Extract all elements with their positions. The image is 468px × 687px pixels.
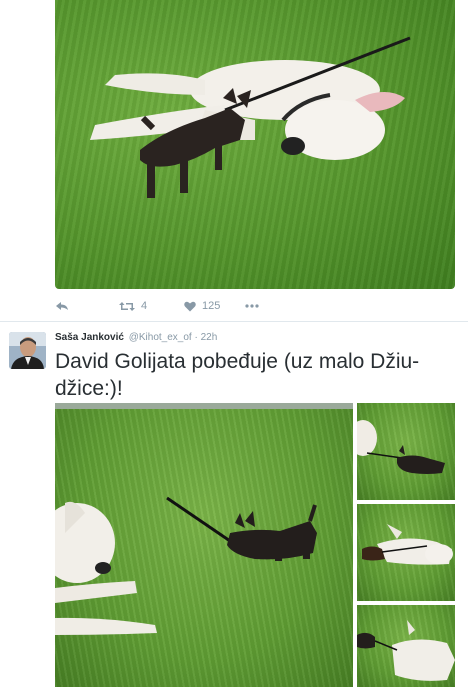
like-button[interactable]: 125 — [184, 300, 245, 312]
tweet-timestamp[interactable]: 22h — [201, 332, 218, 343]
retweet-button[interactable]: 4 — [119, 300, 184, 312]
dogs-photo-image — [55, 403, 353, 635]
author-name[interactable]: Saša Janković — [55, 332, 124, 343]
more-button[interactable] — [245, 304, 275, 308]
dogs-photo-image — [362, 524, 453, 565]
photo-thumb-3[interactable] — [357, 605, 455, 687]
tweet-text-line: David Golijata pobeđuje (uz malo Džiu- — [55, 350, 420, 373]
avatar[interactable] — [9, 332, 46, 369]
heart-icon — [184, 301, 196, 312]
author-handle[interactable]: @Kihot_ex_of — [129, 332, 192, 343]
timeline: 4 125 Saša Janković @Kihot_ex_of · 22h D… — [0, 0, 468, 687]
photo-thumb-1[interactable] — [357, 403, 455, 500]
avatar-image — [9, 332, 46, 369]
tweet1-photo[interactable] — [55, 0, 455, 289]
separator-dot: · — [194, 332, 198, 343]
photo-main[interactable] — [55, 403, 353, 687]
tweet-divider — [0, 321, 468, 322]
retweet-icon — [119, 301, 135, 312]
photo-grid — [55, 403, 455, 687]
dogs-photo-image — [90, 36, 411, 198]
more-dots-icon — [245, 304, 259, 308]
like-count: 125 — [202, 300, 221, 312]
tweet1-actions: 4 125 — [55, 296, 355, 316]
tweet2-header: Saša Janković @Kihot_ex_of · 22h — [55, 332, 217, 346]
photo-thumb-2[interactable] — [357, 504, 455, 601]
reply-button[interactable] — [55, 301, 119, 311]
dogs-photo-image — [357, 620, 455, 681]
tweet2-text: David Golijata pobeđuje (uz malo Džiu- d… — [55, 348, 435, 402]
reply-icon — [55, 301, 69, 311]
tweet-text-line: džice:)! — [55, 377, 123, 400]
dogs-photo-image — [357, 420, 445, 474]
retweet-count: 4 — [141, 300, 148, 312]
